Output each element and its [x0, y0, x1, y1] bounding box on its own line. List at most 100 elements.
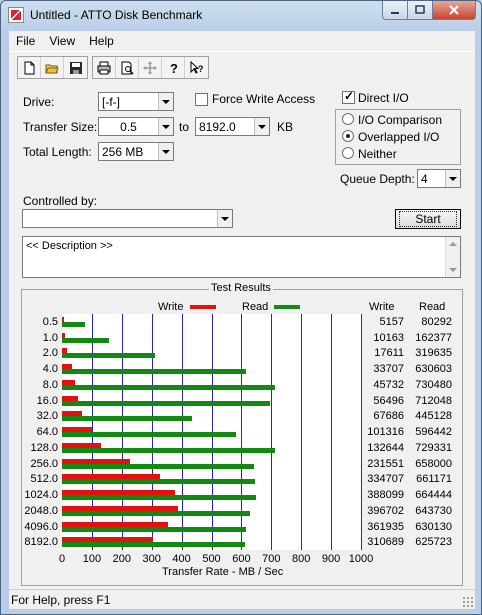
- gridline: [331, 314, 332, 550]
- menu-view[interactable]: View: [42, 34, 82, 48]
- chevron-down-icon[interactable]: [445, 170, 460, 187]
- y-category-label: 128.0: [30, 441, 58, 454]
- open-icon: [45, 64, 59, 73]
- drive-select[interactable]: [-f-]: [98, 92, 174, 111]
- y-category-label: 32.0: [36, 410, 58, 423]
- y-category-label: 1024.0: [24, 489, 58, 502]
- chevron-down-icon[interactable]: [158, 118, 173, 135]
- transfer-from-select[interactable]: 0.5: [98, 117, 174, 136]
- overlapped-io-radio[interactable]: [342, 130, 354, 142]
- queue-depth-value: 4: [421, 172, 428, 186]
- x-tick-label: 500: [202, 553, 221, 565]
- resize-grip-icon[interactable]: [462, 596, 473, 607]
- main-panel: Drive: [-f-] Force Write Access Direct I…: [9, 82, 475, 589]
- app-icon[interactable]: [8, 7, 24, 23]
- read-value: 630603: [415, 363, 452, 376]
- transfer-size-label: Transfer Size:: [23, 120, 98, 134]
- scroll-up-icon[interactable]: [449, 242, 457, 246]
- title-bar[interactable]: Untitled - ATTO Disk Benchmark: [1, 1, 481, 31]
- open-button[interactable]: [41, 57, 64, 78]
- menu-file[interactable]: File: [9, 34, 42, 48]
- io-comparison-label[interactable]: I/O Comparison: [358, 113, 442, 127]
- scroll-down-icon[interactable]: [449, 268, 457, 272]
- close-button[interactable]: [433, 1, 476, 20]
- x-tick-label: 900: [321, 553, 341, 565]
- read-value: 625723: [415, 536, 452, 549]
- neither-radio[interactable]: [342, 147, 354, 159]
- context-help-button[interactable]: ?: [185, 57, 208, 78]
- write-value: 17611: [374, 347, 404, 360]
- chart-plot-area: [62, 314, 362, 550]
- description-text: << Description >>: [26, 240, 113, 252]
- read-value: 596442: [415, 426, 452, 439]
- write-value: 310689: [367, 536, 404, 549]
- start-button[interactable]: Start: [395, 209, 461, 229]
- chevron-down-icon[interactable]: [217, 210, 232, 227]
- gridline: [361, 314, 362, 550]
- test-results-group: Test Results Write Read Write Read Trans…: [21, 282, 463, 586]
- direct-io-label[interactable]: Direct I/O: [358, 91, 409, 105]
- new-icon: [24, 61, 35, 74]
- chevron-down-icon[interactable]: [158, 143, 173, 160]
- description-scrollbar[interactable]: [445, 237, 460, 277]
- y-category-label: 8192.0: [24, 536, 58, 549]
- chevron-down-icon[interactable]: [254, 118, 269, 135]
- context-help-icon: ?: [190, 60, 204, 74]
- legend-write-label: Write: [158, 301, 184, 313]
- menu-bar: File View Help: [9, 31, 475, 51]
- read-bar: [62, 432, 237, 438]
- controlled-by-label: Controlled by:: [23, 194, 98, 208]
- move-icon: [143, 60, 157, 75]
- save-button[interactable]: [64, 57, 87, 78]
- y-category-label: 4096.0: [24, 520, 58, 533]
- write-value: 231551: [367, 457, 404, 470]
- to-label: to: [179, 120, 190, 134]
- neither-label[interactable]: Neither: [358, 147, 397, 161]
- y-category-label: 8.0: [42, 378, 58, 391]
- column-header-write: Write: [369, 301, 395, 313]
- transfer-to-select[interactable]: 8192.0: [195, 117, 270, 136]
- queue-depth-select[interactable]: 4: [417, 169, 461, 188]
- read-bar: [62, 369, 247, 375]
- io-comparison-radio[interactable]: [342, 113, 354, 125]
- test-results-title: Test Results: [209, 282, 273, 294]
- gridline: [301, 314, 302, 550]
- direct-io-checkbox[interactable]: [342, 89, 355, 104]
- maximize-button[interactable]: [408, 1, 433, 20]
- y-category-label: 1.0: [42, 331, 58, 344]
- read-bar: [62, 542, 245, 548]
- read-value: 319635: [415, 347, 452, 360]
- force-write-label[interactable]: Force Write Access: [212, 92, 315, 106]
- new-button[interactable]: [18, 57, 41, 78]
- print-button[interactable]: [93, 57, 116, 78]
- description-field[interactable]: << Description >>: [22, 236, 461, 278]
- x-tick-label: 200: [112, 553, 131, 565]
- x-tick-label: 0: [58, 553, 66, 565]
- kb-label: KB: [277, 120, 294, 134]
- save-icon: [69, 61, 82, 74]
- chevron-down-icon[interactable]: [158, 93, 173, 110]
- read-value: 664444: [415, 489, 452, 502]
- force-write-checkbox[interactable]: [195, 93, 208, 106]
- svg-text:?: ?: [198, 64, 204, 74]
- read-value: 630130: [415, 520, 452, 533]
- read-bar: [62, 337, 110, 343]
- write-value: 5157: [379, 316, 404, 328]
- controlled-by-select[interactable]: [22, 209, 233, 228]
- x-tick-label: 1000: [348, 553, 374, 565]
- print-preview-button[interactable]: [116, 57, 139, 78]
- column-header-read: Read: [419, 301, 446, 313]
- move-button[interactable]: [139, 57, 162, 78]
- minimize-button[interactable]: [382, 1, 408, 20]
- overlapped-io-label[interactable]: Overlapped I/O: [358, 130, 439, 144]
- write-value: 67686: [373, 410, 404, 423]
- read-value: 80292: [421, 316, 452, 328]
- write-value: 334707: [367, 473, 404, 486]
- close-icon: [449, 5, 459, 15]
- read-value: 661171: [416, 473, 452, 486]
- menu-help[interactable]: Help: [82, 34, 121, 48]
- window-title: Untitled - ATTO Disk Benchmark: [30, 8, 203, 22]
- help-button[interactable]: ?: [162, 57, 185, 78]
- total-length-select[interactable]: 256 MB: [98, 142, 174, 161]
- print-preview-icon: [121, 61, 134, 75]
